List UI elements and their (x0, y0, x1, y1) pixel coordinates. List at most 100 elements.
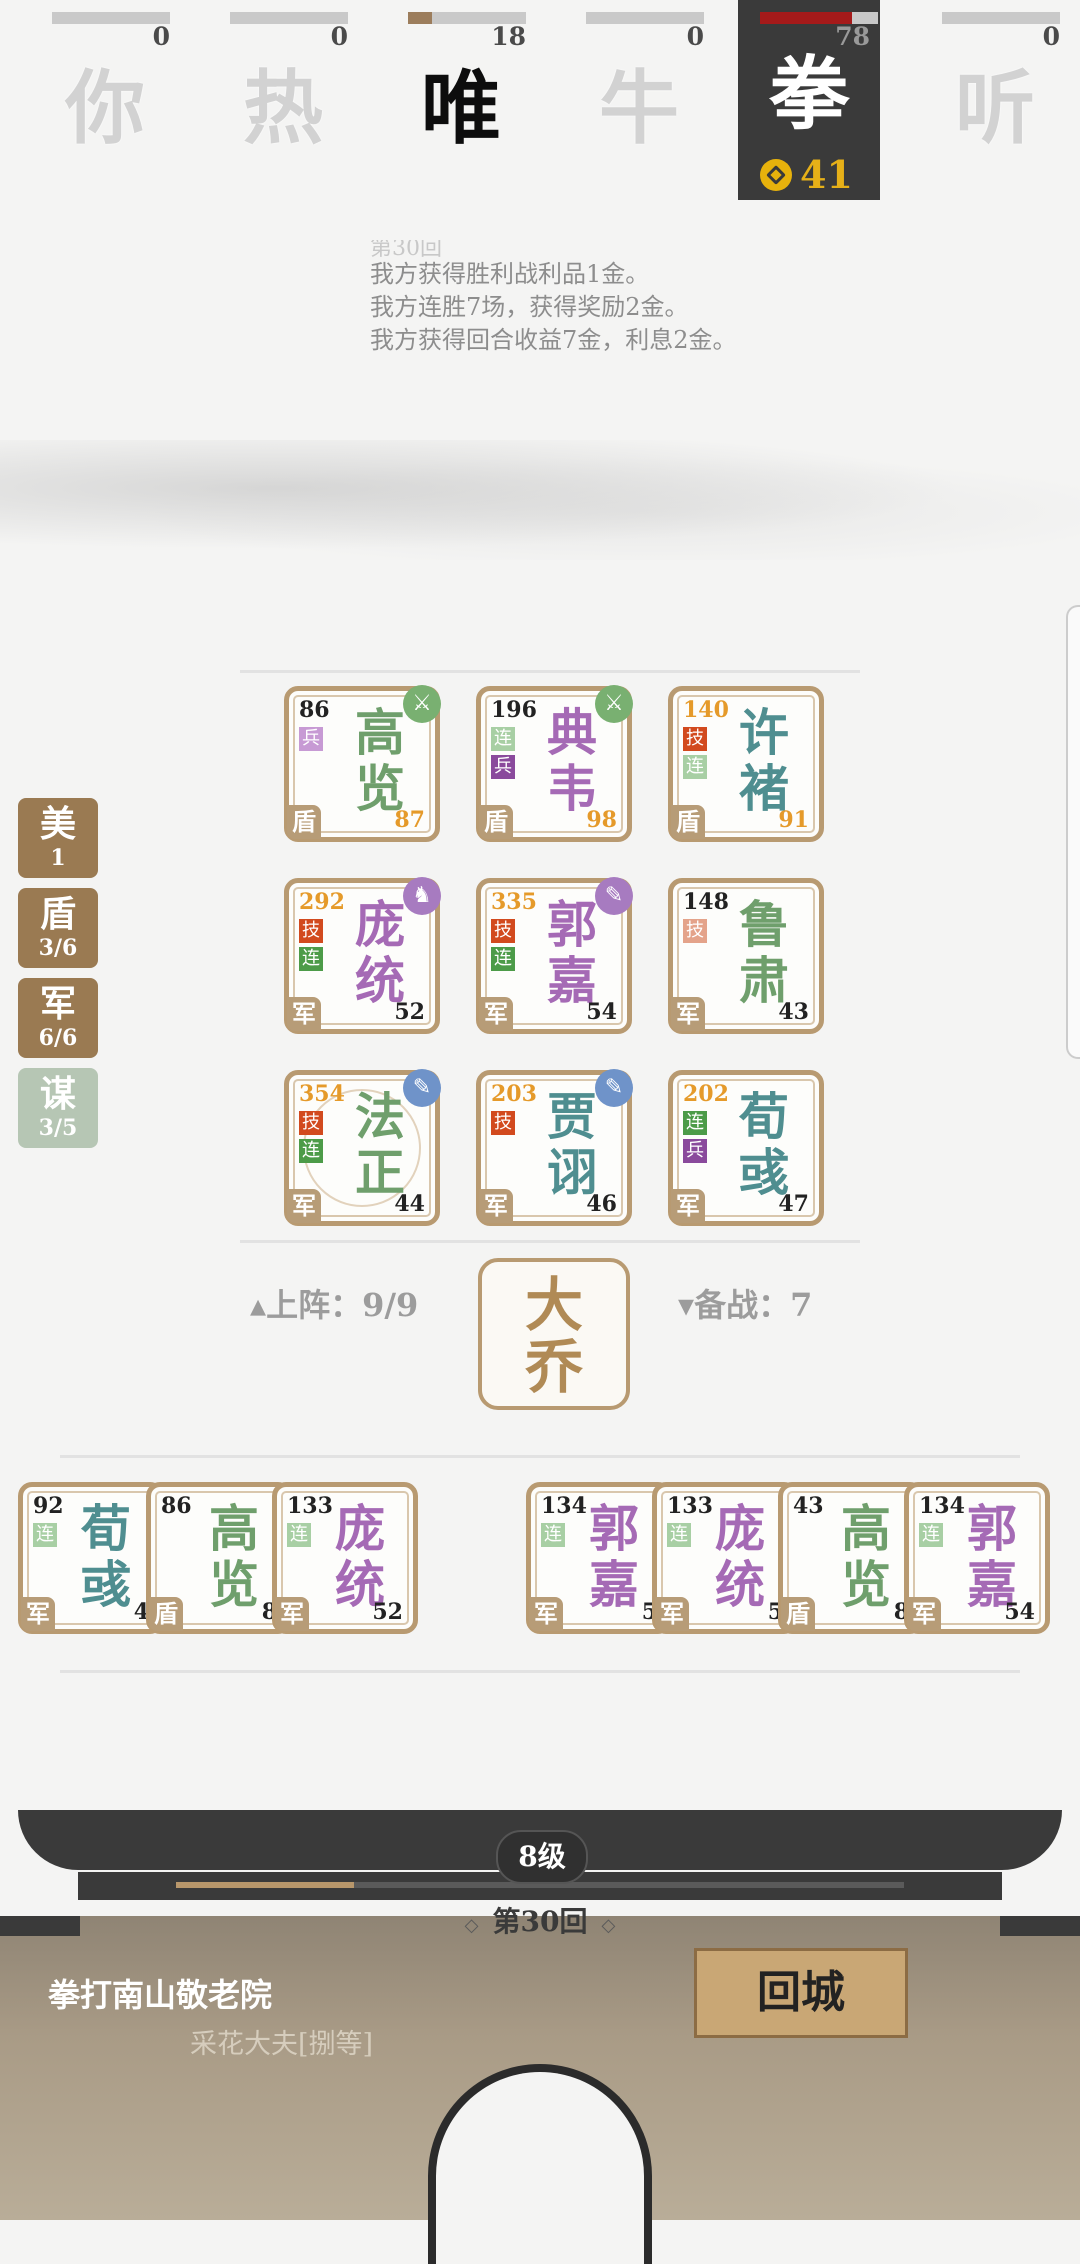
unit-trait-badge: 连 (491, 947, 515, 971)
player-glyph: 你 (65, 61, 145, 155)
unit-name: 庞统 (355, 895, 405, 1010)
synergy-count: 6/6 (38, 1025, 78, 1051)
unit-trait-badge: 兵 (683, 1139, 707, 1163)
boss-card[interactable]: 大乔 (478, 1258, 630, 1410)
bench-card[interactable]: 86 高览盾 8 (146, 1482, 292, 1634)
battle-log: 第30回 我方获得胜利战利品1金。 我方连胜7场，获得奖励2金。 我方获得回合收… (370, 240, 737, 357)
unit-trait-badge: 技 (299, 1111, 323, 1135)
unit-trait-badge: 连 (33, 1523, 57, 1547)
unit-role: 军 (479, 1189, 513, 1223)
unit-trait-badge: 连 (287, 1523, 311, 1547)
return-city-button[interactable]: 回城 (694, 1948, 908, 2038)
bench-card[interactable]: 134 连郭嘉军 5 (526, 1482, 672, 1634)
unit-name: 高览 (209, 1499, 259, 1614)
side-drawer-handle[interactable] (1066, 605, 1080, 1059)
unit-card[interactable]: 292 技连庞统军 52 ♞ (284, 877, 441, 1034)
bench-card[interactable]: 133 连庞统军 5 (652, 1482, 798, 1634)
unit-role: 军 (907, 1597, 941, 1631)
unit-role: 军 (529, 1597, 563, 1631)
unit-name: 鲁肃 (739, 895, 789, 1010)
player-slot[interactable]: 18 唯 (386, 0, 536, 200)
level-badge: 8级 (496, 1830, 588, 1884)
log-round-faint: 第30回 (370, 240, 442, 258)
unit-trait-badge: 技 (683, 727, 707, 751)
unit-role: 军 (479, 997, 513, 1031)
rank-title: 采花大夫[捌等] (190, 2029, 374, 2060)
log-line: 我方获得胜利战利品1金。 (370, 260, 650, 288)
unit-level: 54 (1004, 1599, 1035, 1625)
log-line: 我方获得回合收益7金，利息2金。 (370, 326, 737, 354)
player-slot[interactable]: 0你 (30, 0, 180, 200)
unit-card[interactable]: 202 连兵荀彧军 47 (668, 1070, 824, 1226)
unit-role: 军 (275, 1597, 309, 1631)
board-gridline (60, 1670, 1020, 1673)
unit-card[interactable]: 203 技贾诩军 46 ✎ (476, 1069, 633, 1226)
equipment-icon: ✎ (595, 877, 633, 915)
player-slot[interactable]: 0热 (208, 0, 358, 200)
round-text: 第30回 (492, 1905, 588, 1938)
unit-card[interactable]: 140 技连许褚盾 91 (668, 686, 824, 842)
unit-name: 郭嘉 (547, 895, 597, 1010)
unit-role: 盾 (287, 805, 321, 839)
unit-card[interactable]: 148 技鲁肃军 43 (668, 878, 824, 1034)
unit-trait-badge: 技 (491, 919, 515, 943)
unit-name: 贾诩 (547, 1087, 597, 1202)
unit-role: 盾 (479, 805, 513, 839)
synergy-count: 3/6 (38, 935, 78, 961)
equipment-icon: ⚔ (595, 685, 633, 723)
board-gridline (240, 670, 860, 673)
hp-fill (408, 12, 432, 24)
unit-role: 盾 (149, 1597, 183, 1631)
unit-role: 军 (671, 997, 705, 1031)
unit-role: 军 (287, 1189, 321, 1223)
unit-power: 43 (793, 1493, 824, 1519)
unit-trait-badge: 技 (299, 919, 323, 943)
unit-role: 盾 (671, 805, 705, 839)
unit-card[interactable]: 196 连兵典韦盾 98 ⚔ (476, 685, 633, 842)
synergy-tag[interactable]: 谋 3/5 (18, 1068, 98, 1148)
bench-card[interactable]: 43 高览盾 8 (778, 1482, 924, 1634)
bench-card[interactable]: 134 连郭嘉军 54 (904, 1482, 1050, 1634)
bench-card[interactable]: 133 连庞统军 52 (272, 1482, 418, 1634)
player-slot[interactable]: 0牛 (564, 0, 714, 200)
unit-name: 荀彧 (81, 1499, 131, 1614)
stage-name: 拳打南山敬老院 (48, 1976, 273, 2014)
synergy-tag[interactable]: 军 6/6 (18, 978, 98, 1058)
unit-trait-badge: 连 (683, 1111, 707, 1135)
unit-name: 郭嘉 (589, 1499, 639, 1614)
player-glyph: 拳 (769, 47, 849, 141)
unit-trait-badge: 技 (683, 919, 707, 943)
bench-card[interactable]: 92 连荀彧军 4 (18, 1482, 164, 1634)
unit-power: 92 (33, 1493, 64, 1519)
unit-role: 军 (21, 1597, 55, 1631)
unit-card[interactable]: 86 兵 高览盾 87 ⚔ (284, 685, 441, 842)
unit-level: 52 (394, 999, 425, 1025)
unit-trait-badge: 连 (667, 1523, 691, 1547)
log-line: 我方连胜7场，获得奖励2金。 (370, 293, 689, 321)
player-glyph: 听 (955, 61, 1035, 155)
unit-level: 54 (586, 999, 617, 1025)
unit-level: 98 (586, 807, 617, 833)
synergy-label: 美 (39, 803, 76, 845)
unit-card[interactable]: 335 技连郭嘉军 54 ✎ (476, 877, 633, 1034)
player-glyph: 牛 (599, 61, 679, 155)
synergy-tag[interactable]: 美1 (18, 798, 98, 878)
deploy-count: ▴上阵：9/9 (250, 1286, 419, 1324)
round-label: 第30回 (400, 1900, 680, 1940)
equipment-icon: ♞ (403, 877, 441, 915)
unit-name: 法正 (355, 1087, 405, 1202)
boss-char: 乔 (524, 1333, 583, 1401)
unit-card[interactable]: 354 技连法正军 44 ✎ (284, 1069, 441, 1226)
synergy-tag[interactable]: 盾 3/6 (18, 888, 98, 968)
unit-trait-badge: 兵 (299, 727, 323, 751)
unit-trait-badge: 连 (299, 1139, 323, 1163)
reserve-count: ▾备战：7 (678, 1286, 813, 1324)
unit-level: 44 (394, 1191, 425, 1217)
player-slot[interactable]: 0听 (920, 0, 1070, 200)
player-slot[interactable]: 78 拳 41 (738, 0, 880, 200)
player-glyph: 唯 (421, 61, 501, 155)
unit-role: 盾 (781, 1597, 815, 1631)
boss-char: 大 (524, 1271, 583, 1339)
unit-role: 军 (671, 1189, 705, 1223)
gold-value: 41 (800, 152, 853, 197)
